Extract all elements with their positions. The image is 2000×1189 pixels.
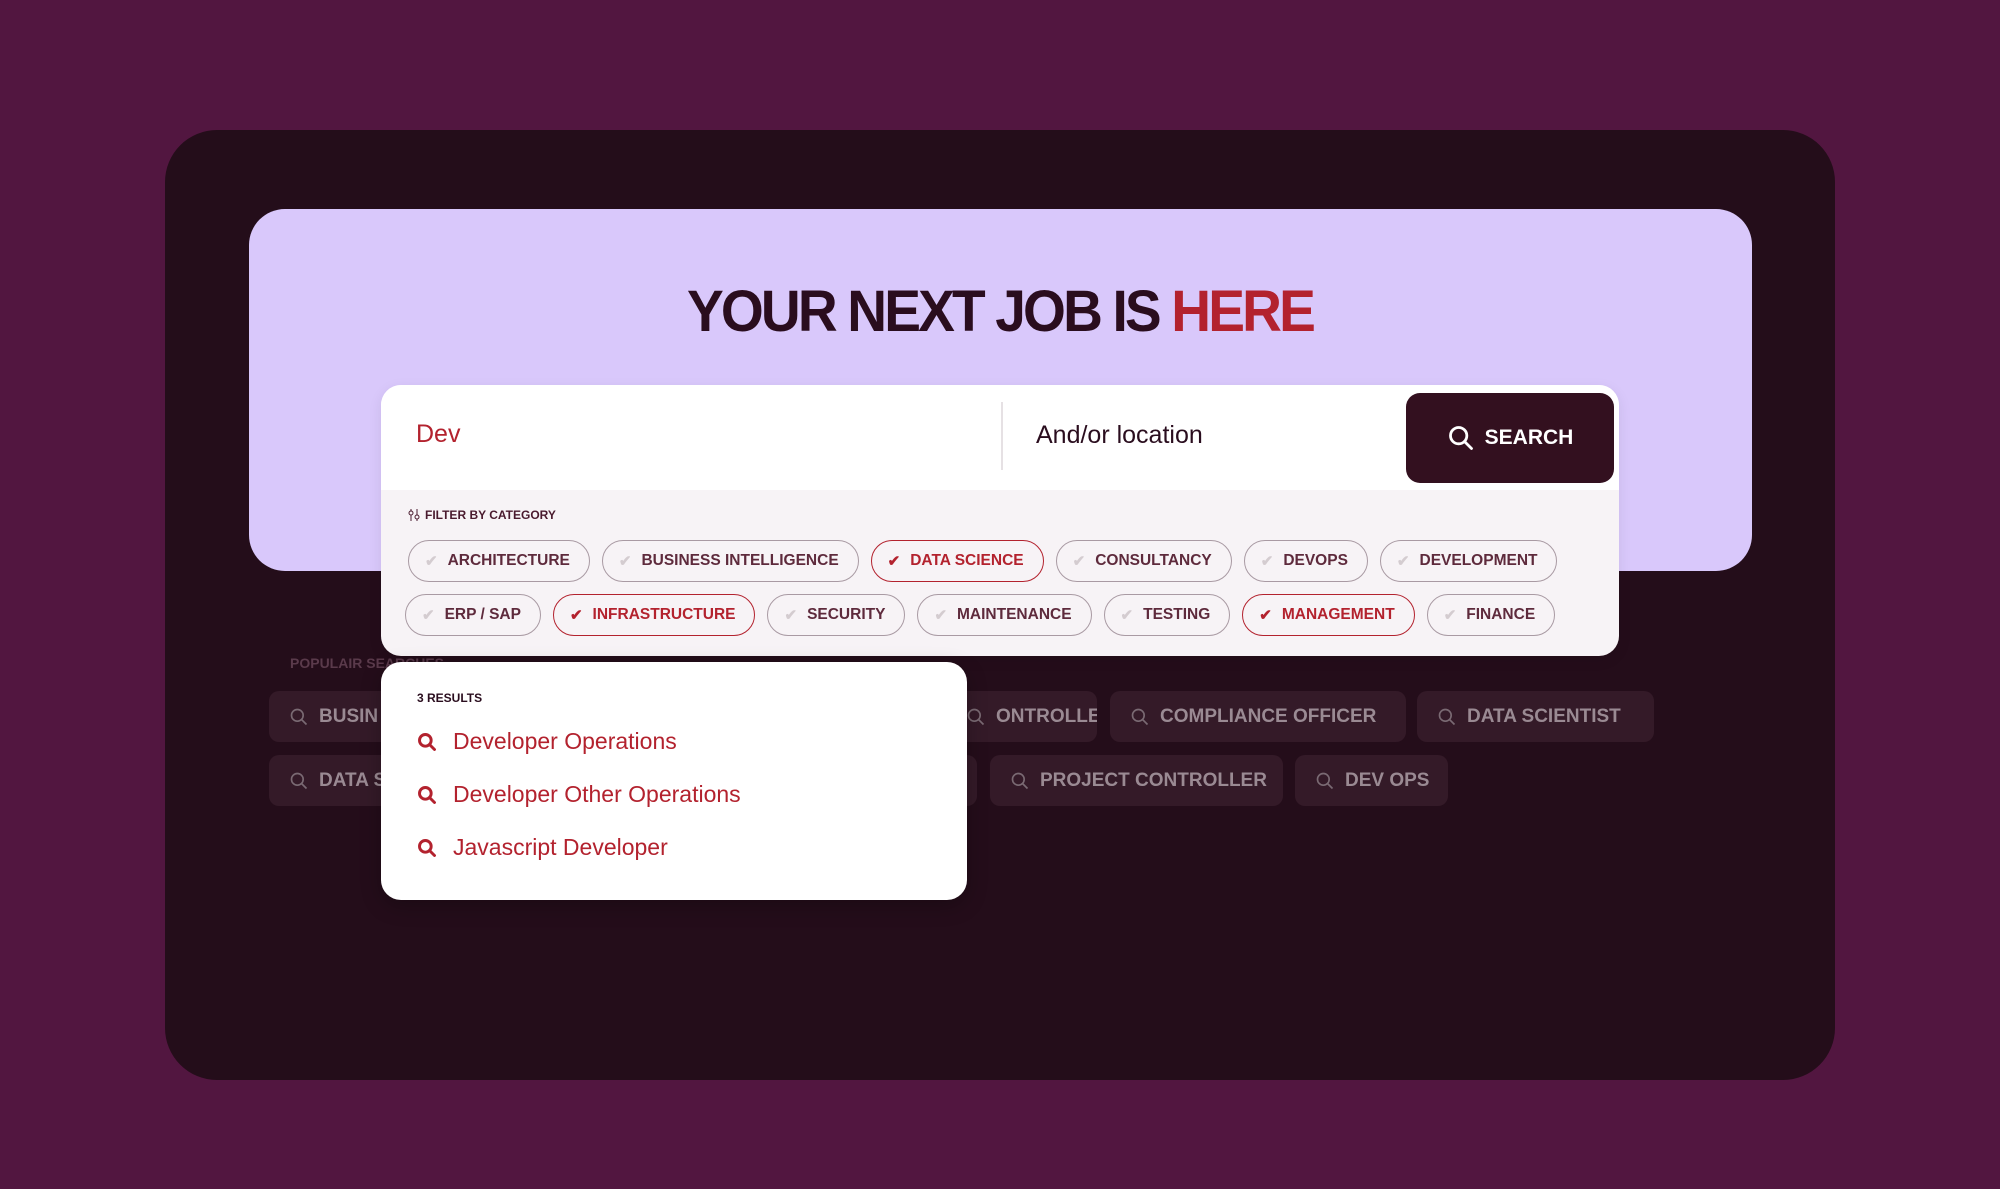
category-chip-label: BUSINESS INTELLIGENCE — [641, 552, 839, 569]
title-accent: HERE — [1171, 279, 1316, 344]
search-icon — [967, 708, 985, 725]
result-item[interactable]: Developer Other Operations — [417, 781, 741, 808]
category-chip[interactable]: ✔ DEVOPS — [1243, 540, 1368, 582]
page-title: YOUR NEXT JOB IS HERE — [50, 278, 1950, 345]
category-chip[interactable]: ✔ MANAGEMENT — [1242, 594, 1415, 636]
category-chip-label: SECURITY — [807, 606, 886, 623]
category-chip-label: ARCHITECTURE — [447, 552, 570, 569]
result-label: Javascript Developer — [453, 834, 668, 860]
category-chip-label: DEVELOPMENT — [1419, 552, 1538, 569]
search-icon — [1131, 708, 1149, 725]
check-icon: ✔ — [618, 553, 632, 570]
check-icon: ✔ — [784, 607, 798, 624]
search-icon — [1316, 772, 1334, 789]
search-icon — [290, 708, 308, 725]
category-chip-label: MANAGEMENT — [1281, 606, 1395, 623]
check-icon: ✔ — [934, 607, 948, 624]
search-icon — [1448, 426, 1473, 450]
category-chip[interactable]: ✔ INFRASTRUCTURE — [552, 594, 756, 636]
title-main: YOUR NEXT JOB IS — [687, 279, 1162, 344]
check-icon: ✔ — [422, 607, 435, 624]
popular-search-label: DEV OPS — [1345, 769, 1430, 791]
keyword-input[interactable]: Dev — [416, 420, 460, 449]
popular-search-label: COMPLIANCE OFFICER — [1160, 705, 1377, 727]
category-chip-label: TESTING — [1143, 606, 1211, 623]
popular-search-label: PROJECT CONTROLLER — [1040, 769, 1267, 791]
popular-search-chip[interactable]: COMPLIANCE OFFICER — [1110, 691, 1406, 742]
search-panel: Dev And/or location SEARCH FILTER BY CAT… — [381, 385, 1619, 656]
check-icon: ✔ — [569, 607, 583, 624]
popular-search-chip[interactable]: DEV OPS — [1295, 755, 1448, 806]
search-icon — [1011, 772, 1029, 789]
search-icon — [418, 732, 436, 751]
category-chip-label: INFRASTRUCTURE — [592, 606, 736, 623]
sliders-icon — [408, 509, 420, 521]
category-chip-label: CONSULTANCY — [1095, 552, 1212, 569]
category-chip[interactable]: ✔ DEVELOPMENT — [1379, 540, 1558, 582]
check-icon: ✔ — [1259, 607, 1272, 624]
category-chip[interactable]: ✔ SECURITY — [767, 594, 906, 636]
popular-search-label: BUSIN — [319, 705, 379, 727]
result-item[interactable]: Developer Operations — [417, 728, 677, 755]
category-chip-label: DATA SCIENCE — [910, 552, 1024, 569]
search-button-label: SEARCH — [1484, 426, 1574, 449]
result-label: Developer Operations — [453, 728, 677, 754]
category-chip-label: FINANCE — [1466, 606, 1536, 623]
filter-label-text: FILTER BY CATEGORY — [425, 508, 556, 522]
check-icon: ✔ — [1072, 553, 1086, 570]
category-chip-label: DEVOPS — [1283, 552, 1348, 569]
divider — [1001, 402, 1003, 470]
search-icon — [418, 838, 436, 857]
check-icon: ✔ — [425, 553, 438, 570]
search-icon — [418, 785, 436, 804]
category-chip[interactable]: ✔ MAINTENANCE — [917, 594, 1092, 636]
check-icon: ✔ — [1443, 607, 1457, 624]
check-icon: ✔ — [1396, 553, 1410, 570]
category-chip-label: ERP / SAP — [444, 606, 521, 623]
category-chip[interactable]: ✔ TESTING — [1103, 594, 1231, 636]
category-chip[interactable]: ✔ FINANCE — [1426, 594, 1556, 636]
search-icon — [290, 772, 308, 789]
popular-search-label: DATA SCIENTIST — [1467, 705, 1621, 727]
category-row-1: ✔ ARCHITECTURE ✔ BUSINESS INTELLIGENCE ✔ DATA… — [408, 540, 1558, 582]
category-chip[interactable]: ✔ ERP / SAP — [405, 594, 541, 636]
popular-search-label: ONTROLLER — [996, 705, 1097, 727]
filter-label: FILTER BY CATEGORY — [408, 508, 556, 522]
category-chip[interactable]: ✔ DATA SCIENCE — [870, 540, 1044, 582]
category-chip-label: MAINTENANCE — [957, 606, 1072, 623]
autocomplete-dropdown: 3 RESULTS Developer Operations Developer … — [381, 662, 967, 900]
popular-search-chip[interactable]: PROJECT CONTROLLER — [990, 755, 1283, 806]
result-item[interactable]: Javascript Developer — [417, 834, 668, 861]
check-icon: ✔ — [1120, 607, 1134, 624]
popular-search-chip[interactable]: DATA SCIENTIST — [1417, 691, 1654, 742]
popular-search-label: DATA S — [319, 769, 387, 791]
search-icon — [1438, 708, 1456, 725]
category-chip[interactable]: ✔ CONSULTANCY — [1055, 540, 1232, 582]
location-input[interactable]: And/or location — [1036, 421, 1203, 450]
search-button[interactable]: SEARCH — [1406, 393, 1614, 483]
category-chip[interactable]: ✔ BUSINESS INTELLIGENCE — [601, 540, 859, 582]
category-row-2: ✔ ERP / SAP ✔ INFRASTRUCTURE ✔ SECURITY ✔ MAINT… — [405, 594, 1556, 636]
check-icon: ✔ — [887, 553, 901, 570]
check-icon: ✔ — [1260, 553, 1274, 570]
result-label: Developer Other Operations — [453, 781, 741, 807]
category-chip[interactable]: ✔ ARCHITECTURE — [408, 540, 590, 582]
results-count: 3 RESULTS — [417, 691, 483, 705]
